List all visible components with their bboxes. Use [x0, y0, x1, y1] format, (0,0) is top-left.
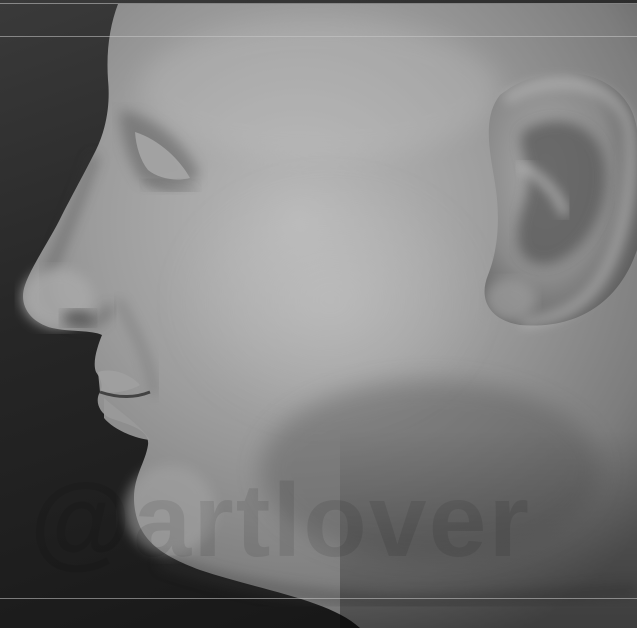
sculpt-viewport[interactable]: @artlover	[0, 0, 637, 628]
forehead-highlight	[140, 20, 500, 160]
ear-lobe	[484, 278, 536, 322]
bottom-guide-line	[0, 598, 637, 599]
nostril	[62, 310, 94, 326]
ear	[484, 72, 637, 326]
watermark-text: @artlover	[30, 463, 531, 579]
upper-guide-line	[0, 36, 637, 37]
top-guide-line	[0, 3, 637, 4]
